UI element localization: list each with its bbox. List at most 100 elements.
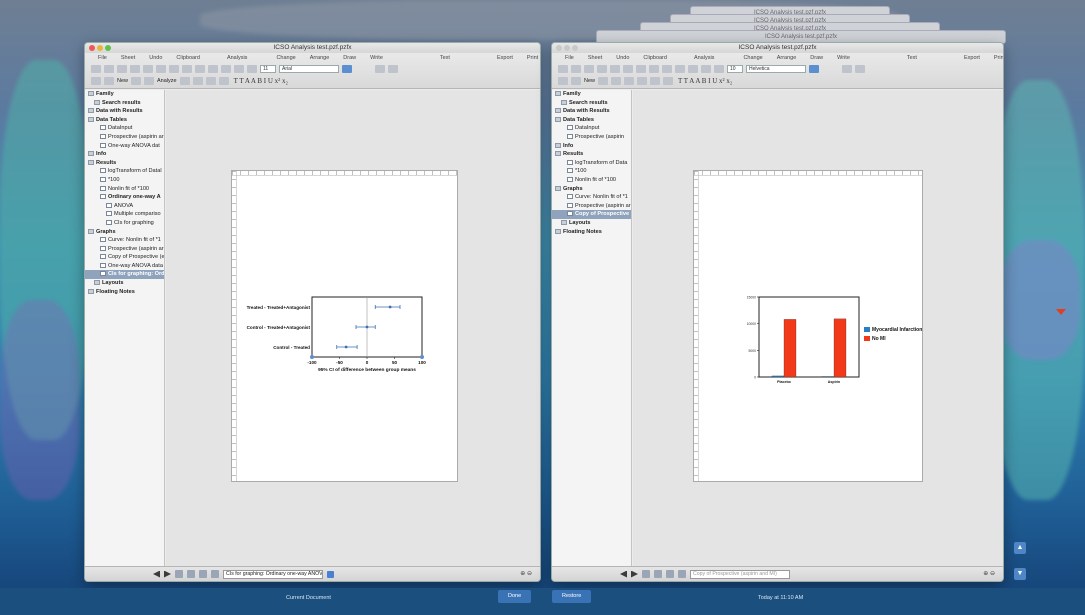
sidebar-item[interactable]: Multiple compariso	[85, 210, 164, 219]
new-sheet-icon[interactable]	[91, 77, 101, 85]
draw-icon[interactable]	[663, 77, 674, 85]
list-icon[interactable]	[678, 570, 686, 578]
sidebar-item[interactable]: CIs for graphing: Ord	[85, 270, 164, 280]
text-tool-icon[interactable]	[247, 65, 257, 73]
text-tool-icon[interactable]	[714, 65, 724, 73]
text-format-buttons[interactable]: T T A A B I U x² x₂	[676, 77, 734, 85]
scroll-down-button[interactable]: ▼	[1014, 568, 1026, 580]
sidebar-item[interactable]: Prospective (aspirin	[552, 133, 631, 142]
bar-chart[interactable]: 0 5000 10000 15000 Placebo Aspirin Myocardial …	[694, 171, 924, 483]
undo-icon[interactable]	[584, 65, 594, 73]
sidebar-folder[interactable]: Results	[552, 150, 631, 159]
binoculars-icon[interactable]	[187, 570, 195, 578]
color-icon[interactable]	[650, 77, 661, 85]
sidebar-item[interactable]: ANOVA	[85, 202, 164, 211]
zoom-window-button[interactable]	[105, 45, 111, 51]
zoom-window-button[interactable]	[572, 45, 578, 51]
paste-special-icon[interactable]	[144, 77, 155, 85]
scroll-up-button[interactable]: ▲	[1014, 542, 1026, 554]
graph-canvas[interactable]: 0 5000 10000 15000 Placebo Aspirin Myocardial …	[633, 90, 1003, 568]
new-table-icon[interactable]	[91, 65, 101, 73]
window-titlebar[interactable]: ICSO Analysis test.pzf.pzfx	[85, 43, 540, 53]
close-window-button[interactable]	[89, 45, 95, 51]
sidebar-item[interactable]: *100	[85, 176, 164, 185]
previous-sheet-icon[interactable]	[153, 570, 160, 578]
new-menu-button[interactable]: New	[117, 78, 128, 84]
sidebar-item[interactable]: *100	[552, 167, 631, 176]
grid-icon[interactable]	[649, 65, 659, 73]
font-dropdown-icon[interactable]	[809, 65, 819, 73]
prism-window-left[interactable]: ICSO Analysis test.pzf.pzfx File Sheet U…	[84, 42, 541, 582]
paste-icon[interactable]	[636, 65, 646, 73]
copy-icon[interactable]	[156, 65, 166, 73]
grid-icon[interactable]	[182, 65, 192, 73]
sheet-icon[interactable]	[571, 65, 581, 73]
text-format-buttons[interactable]: T T A A B I U x² x₂	[232, 77, 290, 85]
search-icon[interactable]	[642, 570, 650, 578]
search-icon[interactable]	[175, 570, 183, 578]
sidebar-folder[interactable]: Results	[85, 159, 164, 168]
font-name-field[interactable]: Helvetica	[746, 65, 806, 73]
back-icon[interactable]	[131, 77, 142, 85]
graph-page[interactable]: 0 5000 10000 15000 Placebo Aspirin Myocardial …	[693, 170, 923, 482]
draw-icon[interactable]	[218, 77, 229, 85]
arrange-icon[interactable]	[701, 65, 711, 73]
paste-icon[interactable]	[169, 65, 179, 73]
new-table-icon[interactable]	[558, 65, 568, 73]
color-icon[interactable]	[205, 77, 216, 85]
undo-icon[interactable]	[117, 65, 127, 73]
previous-sheet-icon[interactable]	[620, 570, 627, 578]
export-icon[interactable]	[842, 65, 852, 73]
cut-icon[interactable]	[610, 65, 620, 73]
sidebar-folder[interactable]: Data Tables	[85, 116, 164, 125]
print-icon[interactable]	[388, 65, 398, 73]
sidebar-item[interactable]: Curve: Nonlin fit of *1	[85, 236, 164, 245]
minimize-window-button[interactable]	[97, 45, 103, 51]
sidebar-item[interactable]: Copy of Prospective	[552, 210, 631, 219]
binoculars-icon[interactable]	[654, 570, 662, 578]
window-titlebar[interactable]: ICSO Analysis test.pzf.pzfx	[552, 43, 1003, 53]
copy-icon[interactable]	[623, 65, 633, 73]
font-size-field[interactable]: 11	[260, 65, 276, 73]
redo-icon[interactable]	[597, 65, 607, 73]
sidebar-folder[interactable]: Info	[85, 150, 164, 159]
paste-special-icon[interactable]	[611, 77, 622, 85]
sheet-selector-field[interactable]: Copy of Prospective (aspirin and MI)	[690, 569, 790, 579]
new-menu-button[interactable]: New	[584, 78, 595, 84]
restore-button[interactable]: Restore	[552, 590, 592, 603]
sidebar-item[interactable]: One-way ANOVA data	[85, 262, 164, 271]
sidebar-item[interactable]: Curve: Nonlin fit of *1	[552, 193, 631, 202]
sidebar-item[interactable]: logTransform of Datal	[85, 167, 164, 176]
sidebar-folder[interactable]: Graphs	[552, 185, 631, 194]
next-sheet-icon[interactable]	[164, 570, 171, 578]
sidebar-item[interactable]: Prospective (aspirin ar	[552, 202, 631, 211]
sidebar-folder[interactable]: Graphs	[85, 228, 164, 237]
navigator-sidebar[interactable]: Family Search results Data with Results Dat…	[85, 90, 165, 568]
sidebar-item[interactable]: CIs for graphing	[85, 219, 164, 228]
sidebar-folder[interactable]: Data Tables	[552, 116, 631, 125]
info-icon[interactable]	[199, 570, 207, 578]
print-icon[interactable]	[855, 65, 865, 73]
sheet-icon[interactable]	[104, 65, 114, 73]
sidebar-folder[interactable]: Info	[552, 142, 631, 151]
line-icon[interactable]	[192, 77, 203, 85]
sidebar-item[interactable]: logTransform of Data	[552, 159, 631, 168]
sheet-selector-field[interactable]: CIs for graphing: Ordinary one-way ANOVA	[223, 569, 323, 579]
list-icon[interactable]	[211, 570, 219, 578]
graph-page[interactable]: Treated - Treated+Antagonist Control - Tr…	[231, 170, 458, 482]
line-icon[interactable]	[637, 77, 648, 85]
sidebar-item[interactable]: Nonlin fit of *100	[552, 176, 631, 185]
sidebar-item[interactable]: One-way ANOVA dat	[85, 142, 164, 151]
symbol-icon[interactable]	[688, 65, 698, 73]
sidebar-item[interactable]: Prospective (aspirin ar	[85, 245, 164, 254]
close-window-button[interactable]	[556, 45, 562, 51]
zoom-controls[interactable]: ⊕ ⊖	[520, 570, 532, 577]
arrange-icon[interactable]	[234, 65, 244, 73]
next-sheet-icon[interactable]	[631, 570, 638, 578]
minimize-window-button[interactable]	[564, 45, 570, 51]
sidebar-item[interactable]: DataInput	[85, 124, 164, 133]
cut-icon[interactable]	[143, 65, 153, 73]
axis-icon[interactable]	[208, 65, 218, 73]
axis-icon[interactable]	[675, 65, 685, 73]
chart-icon[interactable]	[195, 65, 205, 73]
